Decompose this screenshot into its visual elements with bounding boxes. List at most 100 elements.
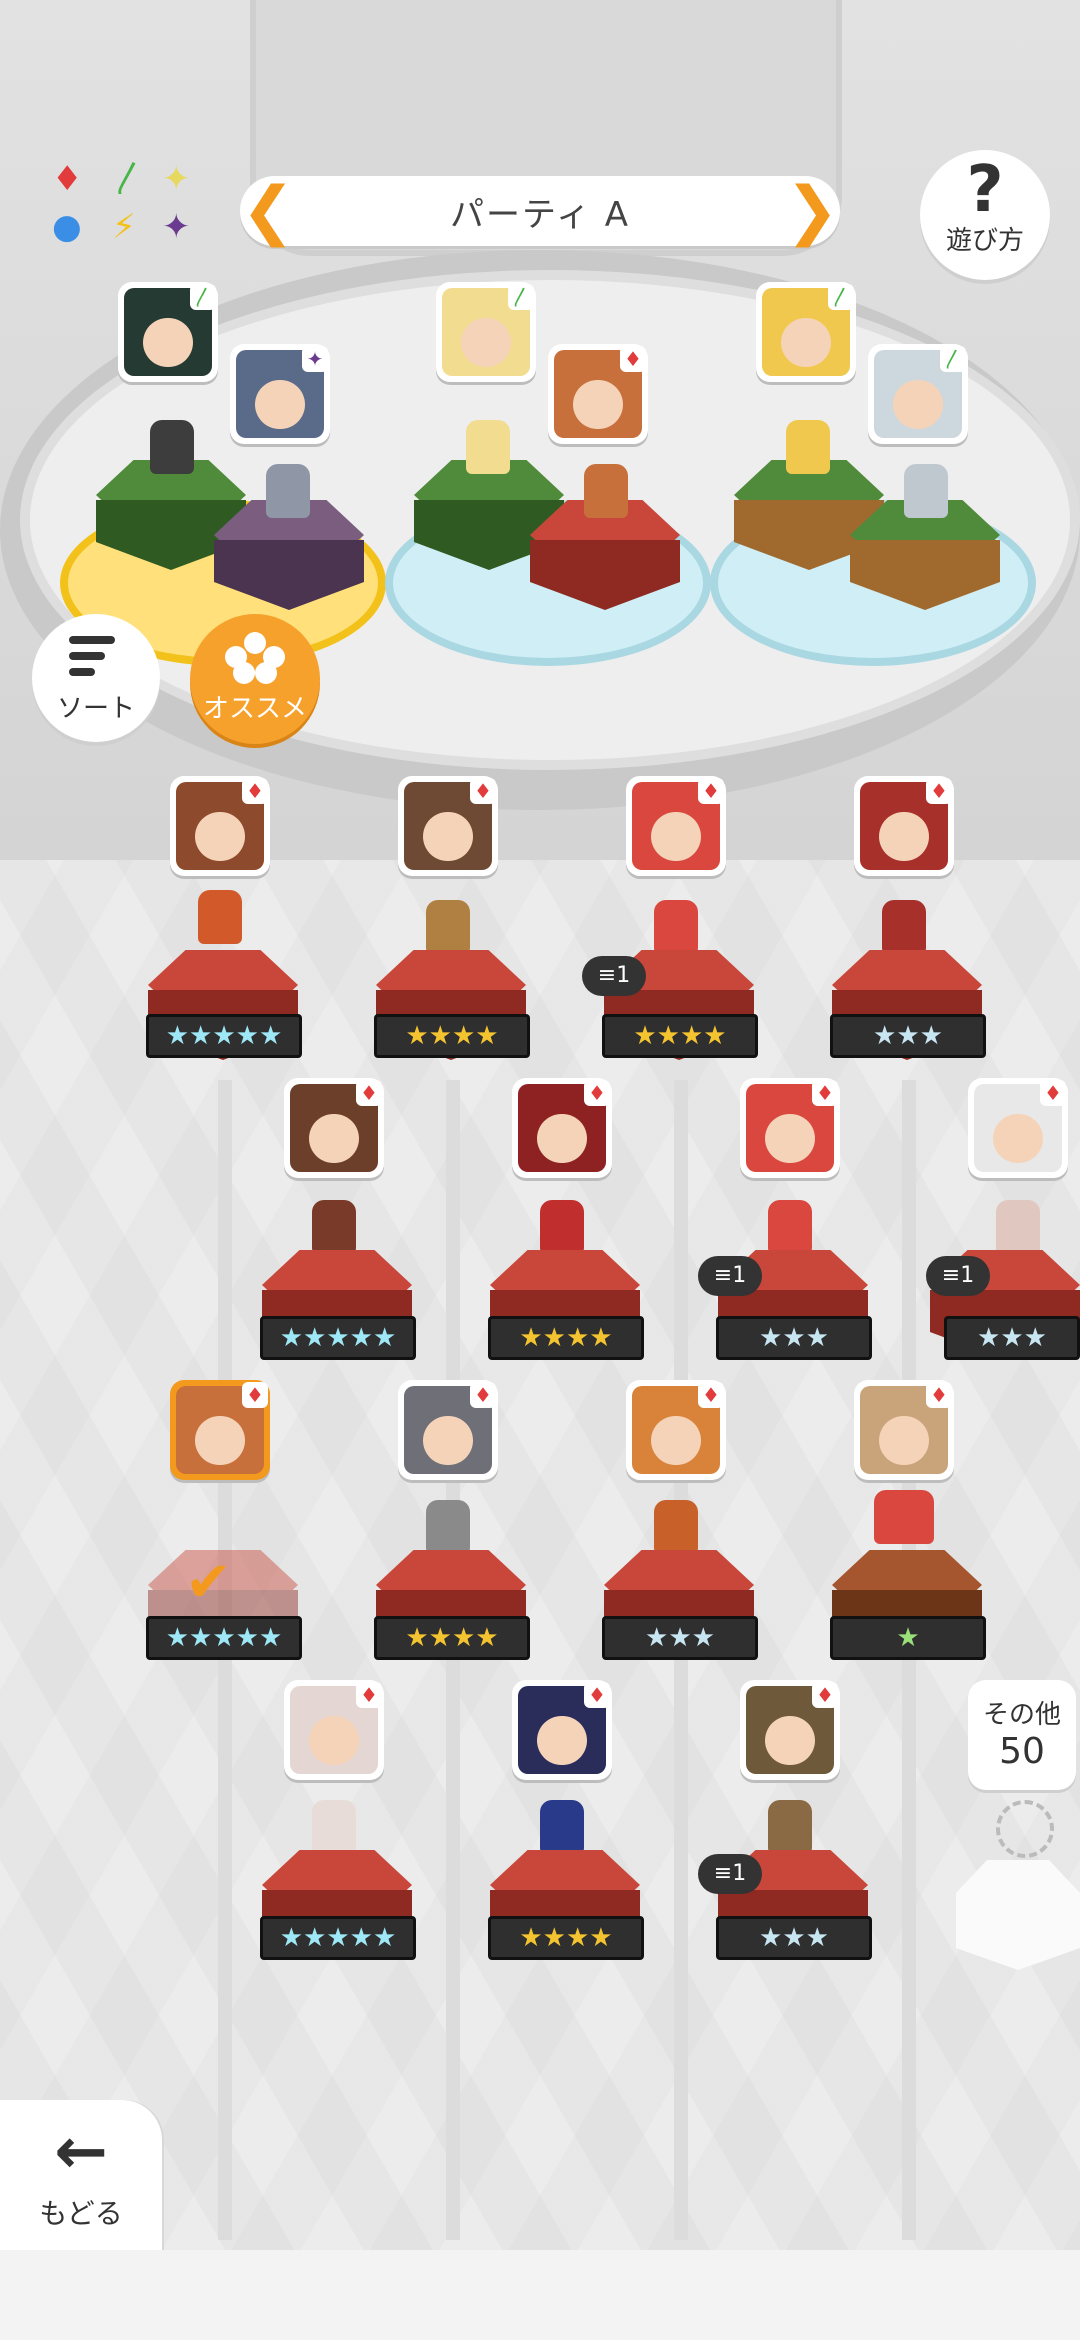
- fire-element-icon: ♦: [470, 778, 496, 804]
- duplicate-badge: ≡1: [926, 1256, 990, 1296]
- roster-portrait[interactable]: ♦: [398, 1380, 498, 1480]
- star-rating: ★★★: [602, 1616, 758, 1660]
- roster-portrait[interactable]: ♦: [170, 776, 270, 876]
- fire-element-icon: ♦: [926, 1382, 952, 1408]
- roster-sprite: [996, 1200, 1040, 1254]
- roster-portrait[interactable]: ♦: [740, 1680, 840, 1780]
- roster-portrait[interactable]: ♦: [854, 776, 954, 876]
- fire-element-icon: ♦: [584, 1682, 610, 1708]
- roster-sprite: [874, 1490, 934, 1544]
- back-label: もどる: [39, 2197, 123, 2230]
- fire-element-icon: ♦: [698, 1382, 724, 1408]
- roster-portrait[interactable]: ♦: [284, 1680, 384, 1780]
- help-label: 遊び方: [945, 226, 1024, 256]
- sort-button[interactable]: ソート: [32, 614, 160, 742]
- fire-element-icon: ♦: [52, 159, 83, 199]
- roster-portrait[interactable]: ♦: [740, 1078, 840, 1178]
- roster-portrait-selected[interactable]: ♦: [170, 1380, 270, 1480]
- party-block-2: [214, 500, 364, 620]
- roster-sprite: [540, 1800, 584, 1854]
- back-arrow-icon: ←: [54, 2115, 108, 2189]
- party-portrait-3[interactable]: 〳: [436, 282, 536, 382]
- roster-sprite: [312, 1800, 356, 1854]
- fire-element-icon: ♦: [1040, 1080, 1066, 1106]
- roster-sprite: [654, 1500, 698, 1554]
- star-rating: ★★★: [830, 1014, 986, 1058]
- checkmark-icon: ✔: [185, 1550, 232, 1615]
- party-sprite-4: [584, 464, 628, 518]
- roster-sprite: [768, 1800, 812, 1854]
- roster-sprite: [426, 1500, 470, 1554]
- fire-element-icon: ♦: [812, 1682, 838, 1708]
- star-rating: ★★★★: [374, 1616, 530, 1660]
- star-rating: ★★★: [716, 1916, 872, 1960]
- roster-sprite: [768, 1200, 812, 1254]
- back-button[interactable]: ← もどる: [0, 2100, 162, 2250]
- party-selector: ❮ パーティ A ❯: [240, 176, 840, 246]
- roster-portrait[interactable]: ♦: [512, 1078, 612, 1178]
- element-legend: ♦ 〳 ✦ ● ⚡ ✦: [52, 162, 202, 252]
- recommend-label: オススメ: [202, 694, 307, 724]
- roster-sprite: [312, 1200, 356, 1254]
- fire-element-icon: ♦: [242, 1382, 268, 1408]
- roster-portrait[interactable]: ♦: [284, 1078, 384, 1178]
- star-rating: ★★★★★: [146, 1014, 302, 1058]
- fire-element-icon: ♦: [470, 1382, 496, 1408]
- party-title: パーティ A: [449, 194, 631, 235]
- prev-party-arrow-icon[interactable]: ❮: [241, 176, 295, 246]
- duplicate-badge: ≡1: [582, 956, 646, 996]
- star-rating: ★★★: [944, 1316, 1080, 1360]
- roster-sprite: [540, 1200, 584, 1254]
- star-rating: ★★★★★: [146, 1616, 302, 1660]
- party-sprite-6: [904, 464, 948, 518]
- leaf-element-icon: 〳: [828, 284, 854, 310]
- help-button[interactable]: ? 遊び方: [920, 150, 1050, 280]
- roster-portrait[interactable]: ♦: [854, 1380, 954, 1480]
- sort-icon: [69, 636, 123, 684]
- fire-element-icon: ♦: [698, 778, 724, 804]
- star-rating: ★★★★: [374, 1014, 530, 1058]
- bottom-bar: [0, 2250, 1080, 2340]
- fire-element-icon: ♦: [356, 1080, 382, 1106]
- roster-sprite: [654, 900, 698, 954]
- recommend-button[interactable]: オススメ: [190, 614, 320, 744]
- water-element-icon: ●: [52, 207, 82, 247]
- party-portrait-6[interactable]: 〳: [868, 344, 968, 444]
- roster-portrait[interactable]: ♦: [398, 776, 498, 876]
- more-count: 50: [999, 1731, 1045, 1772]
- star-rating: ★: [830, 1616, 986, 1660]
- empty-pedestal: [956, 1800, 1080, 1980]
- fire-element-icon: ♦: [584, 1080, 610, 1106]
- thunder-element-icon: ⚡: [112, 207, 136, 247]
- fire-element-icon: ♦: [242, 778, 268, 804]
- party-block-6: [850, 500, 1000, 620]
- more-label: その他: [982, 1700, 1061, 1730]
- dark-element-icon: ✦: [302, 346, 328, 372]
- roster-sprite: [198, 890, 242, 944]
- party-portrait-2[interactable]: ✦: [230, 344, 330, 444]
- party-portrait-5[interactable]: 〳: [756, 282, 856, 382]
- fire-element-icon: ♦: [812, 1080, 838, 1106]
- roster-portrait[interactable]: ♦: [626, 1380, 726, 1480]
- fire-element-icon: ♦: [620, 346, 646, 372]
- duplicate-badge: ≡1: [698, 1256, 762, 1296]
- light-element-icon: ✦: [162, 159, 191, 199]
- leaf-element-icon: 〳: [940, 346, 966, 372]
- leaf-element-icon: 〳: [112, 159, 146, 199]
- fire-element-icon: ♦: [926, 778, 952, 804]
- more-characters-bubble[interactable]: その他 50: [968, 1680, 1076, 1790]
- star-rating: ★★★★★: [260, 1316, 416, 1360]
- star-rating: ★★★★: [488, 1316, 644, 1360]
- party-sprite-3: [466, 420, 510, 474]
- roster-portrait[interactable]: ♦: [626, 776, 726, 876]
- roster-portrait[interactable]: ♦: [512, 1680, 612, 1780]
- leaf-element-icon: 〳: [190, 284, 216, 310]
- party-portrait-4[interactable]: ♦: [548, 344, 648, 444]
- roster-portrait[interactable]: ♦: [968, 1078, 1068, 1178]
- next-party-arrow-icon[interactable]: ❯: [785, 176, 839, 246]
- party-block-4: [530, 500, 680, 620]
- sort-label: ソート: [56, 694, 135, 724]
- star-rating: ★★★: [716, 1316, 872, 1360]
- party-portrait-1[interactable]: 〳: [118, 282, 218, 382]
- roster-sprite: [882, 900, 926, 954]
